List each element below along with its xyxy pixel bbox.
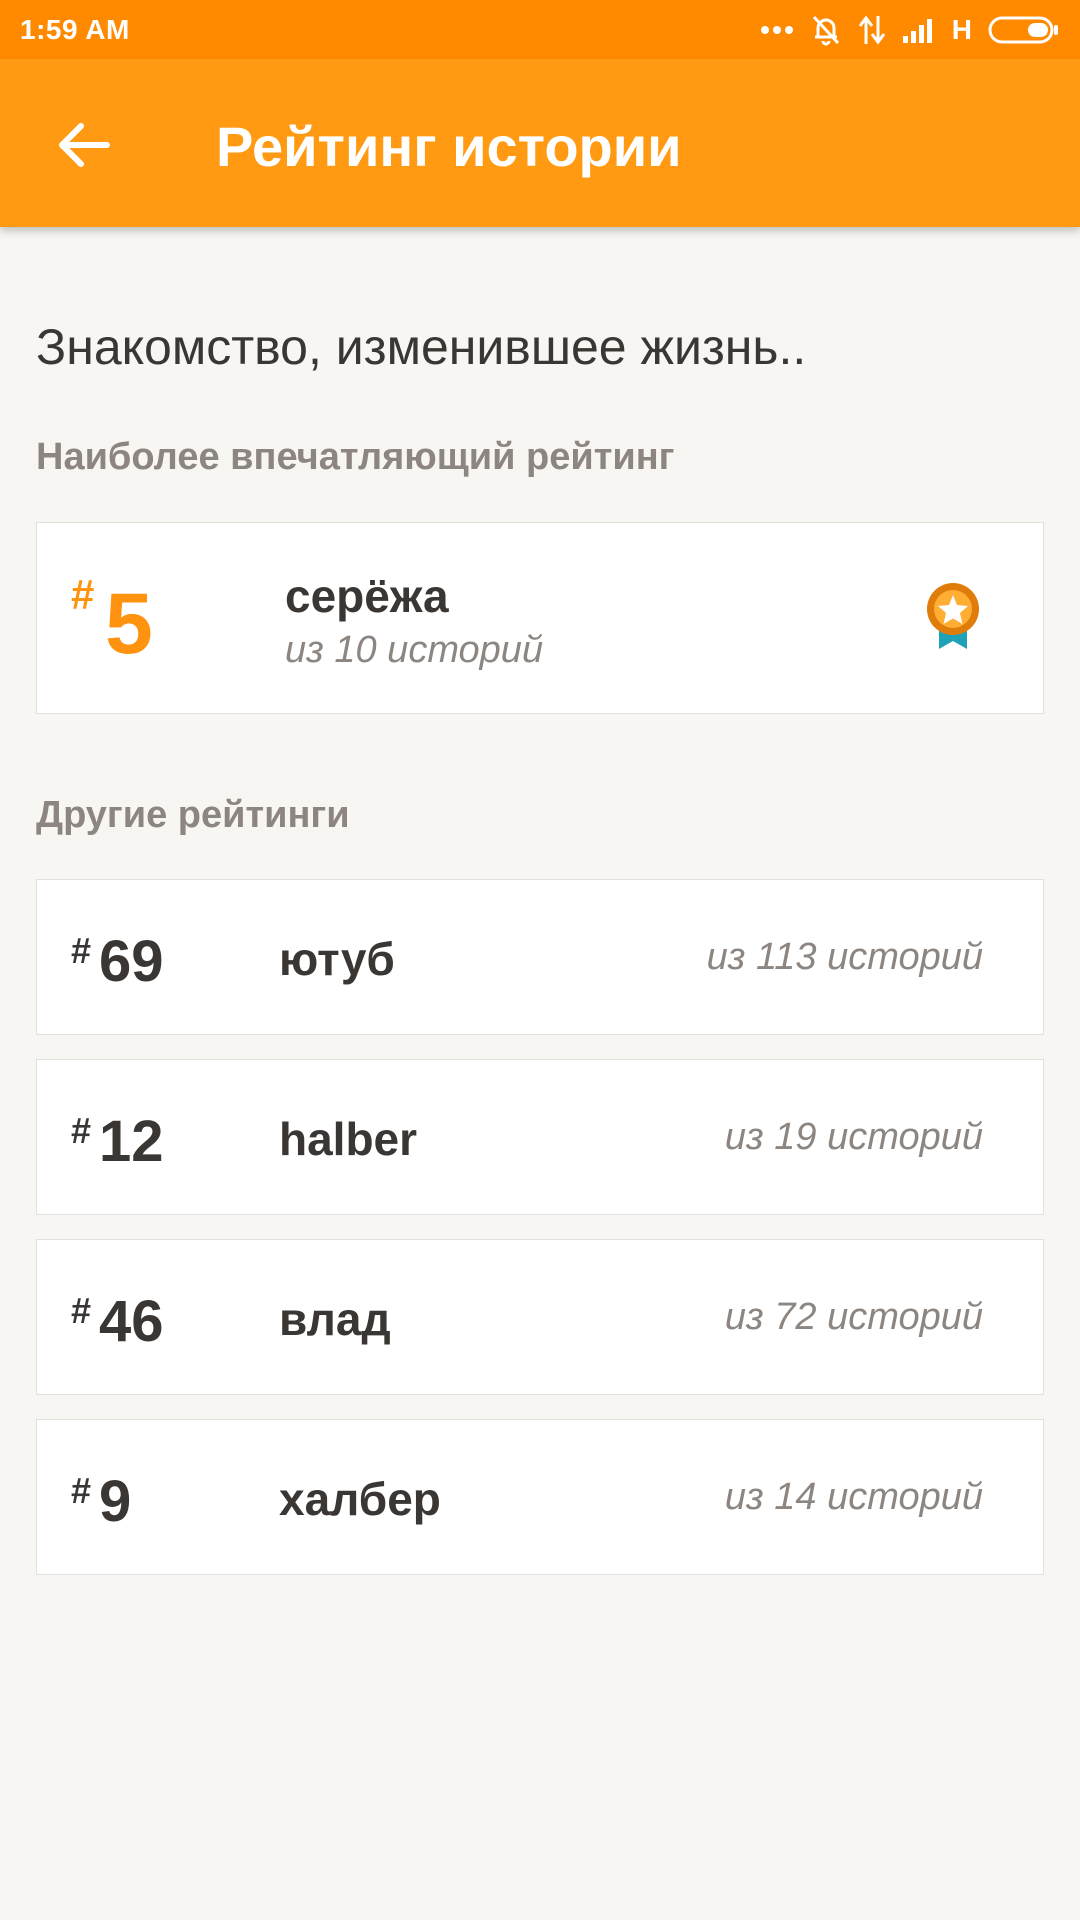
rating-count: из 19 историй — [724, 1116, 983, 1158]
rating-row[interactable]: # 9 халбер из 14 историй — [36, 1419, 1044, 1575]
rank-number: 9 — [99, 1469, 132, 1534]
alarm-off-icon — [810, 13, 842, 47]
top-rating-label: Наиболее впечатляющий рейтинг — [36, 436, 675, 478]
rank-number: 69 — [99, 929, 164, 994]
signal-icon — [902, 16, 936, 44]
rating-name: влад — [279, 1293, 391, 1345]
rank-hash: # — [71, 571, 95, 618]
rank-number: 5 — [105, 576, 153, 672]
story-title: Знакомство, изменившее жизнь.. — [36, 319, 807, 375]
arrow-left-icon — [57, 121, 111, 174]
dots-icon — [760, 25, 794, 35]
page-title: Рейтинг истории — [216, 115, 682, 178]
top-rating-name: серёжа — [285, 570, 449, 622]
data-transfer-icon — [858, 14, 886, 46]
rating-row[interactable]: # 46 влад из 72 историй — [36, 1239, 1044, 1395]
back-button[interactable] — [44, 107, 124, 187]
top-rating-card[interactable]: # 5 серёжа из 10 историй — [36, 522, 1044, 714]
rank-hash: # — [71, 1470, 92, 1511]
rating-count: из 14 историй — [724, 1476, 983, 1518]
rank-hash: # — [71, 930, 92, 971]
medal-star-icon — [923, 581, 983, 651]
rank-number: 46 — [99, 1289, 164, 1354]
network-type: H — [951, 13, 972, 45]
status-icons: H — [760, 13, 1060, 47]
rating-row[interactable]: # 12 halber из 19 историй — [36, 1059, 1044, 1215]
rank-hash: # — [71, 1110, 92, 1151]
rank-hash: # — [71, 1290, 92, 1331]
rank-number: 12 — [99, 1109, 164, 1174]
top-rating-count: из 10 историй — [285, 629, 544, 671]
rating-name: халбер — [279, 1473, 441, 1525]
battery-icon — [988, 15, 1060, 45]
rating-count: из 113 историй — [706, 936, 983, 978]
rating-count: из 72 историй — [724, 1296, 983, 1338]
rating-row[interactable]: # 69 ютуб из 113 историй — [36, 879, 1044, 1035]
other-ratings-label: Другие рейтинги — [36, 794, 350, 836]
rating-name: halber — [279, 1113, 418, 1165]
rating-name: ютуб — [279, 933, 395, 985]
app-bar: Рейтинг истории — [0, 59, 1080, 227]
status-bar: 1:59 AM H — [0, 0, 1080, 59]
status-time: 1:59 AM — [20, 13, 130, 45]
